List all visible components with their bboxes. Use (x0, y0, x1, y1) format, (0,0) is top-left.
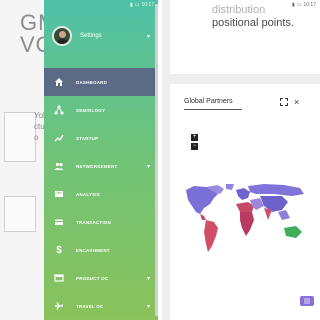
map-region-south-america (204, 220, 218, 252)
battery-icon: ▭ (296, 2, 302, 8)
map-region-southeast-asia (278, 210, 290, 220)
menu-item-travel-oc[interactable]: TRAVEL OC ▾ (44, 292, 158, 320)
drawer-menu: DASHBOARD SEMIOLOGY STARTUP NETWORKEMENT (44, 68, 158, 320)
signal-icon: ▮ (129, 2, 133, 8)
info-card: distribution positional points. (170, 0, 320, 74)
navigation-drawer: ▮ ▭ 10:17 Settings ▾ DASHBOARD SEMIOLOGY (44, 0, 158, 320)
dollar-icon: $ (56, 244, 62, 256)
zoom-in-button[interactable]: + (191, 134, 198, 141)
map-region-asia (260, 196, 288, 212)
menu-item-encashment[interactable]: $ ENCASHMENT (44, 236, 158, 264)
menu-item-product-oc[interactable]: PRODUCT OC ▾ (44, 264, 158, 292)
map-region-central-america (200, 214, 206, 220)
profile-header[interactable]: Settings ▾ (44, 18, 158, 54)
menu-item-analysis[interactable]: ANALYSIS (44, 180, 158, 208)
status-time: 10:17 (141, 2, 154, 8)
menu-item-dashboard[interactable]: DASHBOARD (44, 68, 158, 96)
menu-item-label: NETWORKEMENT (76, 163, 118, 169)
menu-item-label: DASHBOARD (76, 79, 108, 85)
title-underline (184, 109, 242, 110)
zoom-out-button[interactable]: − (191, 143, 198, 150)
avatar[interactable] (52, 26, 72, 46)
map-region-russia (248, 184, 304, 196)
profile-settings-label: Settings (80, 33, 102, 39)
right-screen: distribution positional points. ▮ ▭ 10:1… (162, 0, 320, 320)
card-icon (52, 215, 66, 229)
chevron-down-icon[interactable]: ▾ (147, 33, 150, 40)
expand-icon[interactable] (280, 98, 288, 106)
map-region-greenland (226, 184, 234, 190)
map-region-australia (284, 226, 302, 238)
menu-item-label: SEMIOLOGY (76, 107, 106, 113)
menu-item-label: TRAVEL OC (76, 303, 104, 309)
chevron-down-icon[interactable]: ▾ (147, 163, 150, 170)
map-region-india (264, 208, 272, 220)
signal-icon: ▮ (291, 2, 295, 8)
scrollbar[interactable] (155, 4, 158, 316)
global-partners-card: Global Partners × + − (170, 84, 320, 320)
fab-button[interactable] (300, 296, 314, 306)
menu-item-networkement[interactable]: NETWORKEMENT ▾ (44, 152, 158, 180)
menu-item-semiology[interactable]: SEMIOLOGY (44, 96, 158, 124)
background-card (4, 112, 36, 162)
plane-icon (52, 299, 66, 313)
info-text-line: positional points. (212, 17, 294, 29)
menu-item-transaction[interactable]: TRANSACTION (44, 208, 158, 236)
left-screen: GMVO Yobctubo ▮ ▭ 10:17 Settings ▾ DASHB… (0, 0, 158, 320)
status-time: 10:17 (303, 2, 316, 8)
people-icon (52, 159, 66, 173)
menu-item-label: TRANSACTION (76, 219, 111, 225)
box-icon (52, 271, 66, 285)
network-icon (52, 103, 66, 117)
menu-icon (304, 298, 310, 304)
battery-icon: ▭ (134, 2, 140, 8)
menu-item-label: PRODUCT OC (76, 275, 109, 281)
home-icon (52, 75, 66, 89)
chevron-down-icon[interactable]: ▾ (147, 303, 150, 310)
status-bar: ▮ ▭ 10:17 (44, 0, 158, 10)
map-region-europe (236, 188, 250, 200)
menu-item-label: ANALYSIS (76, 191, 100, 197)
menu-item-label: ENCASHMENT (76, 247, 110, 253)
map-region-africa (240, 212, 254, 236)
close-icon[interactable]: × (294, 97, 299, 107)
world-map[interactable] (184, 184, 310, 256)
menu-item-startup[interactable]: STARTUP (44, 124, 158, 152)
chevron-down-icon[interactable]: ▾ (147, 275, 150, 282)
menu-item-label: STARTUP (76, 135, 99, 141)
card-title: Global Partners (184, 98, 233, 105)
trend-icon (52, 131, 66, 145)
background-card (4, 196, 36, 232)
inbox-icon (52, 187, 66, 201)
status-bar: ▮ ▭ 10:17 (162, 0, 320, 10)
